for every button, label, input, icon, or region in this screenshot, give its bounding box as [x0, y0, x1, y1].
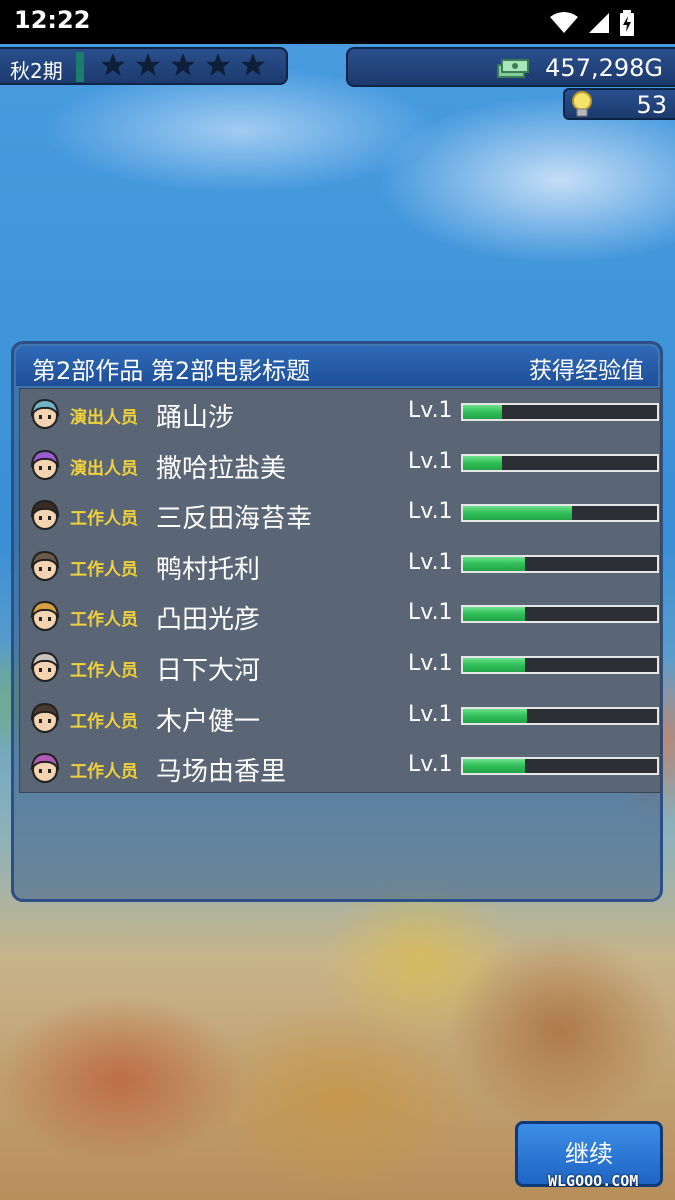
avatar-icon	[30, 500, 60, 531]
level-label: Lv.1	[408, 600, 453, 626]
avatar-icon	[30, 398, 60, 429]
role-label: 工作人员	[70, 661, 138, 681]
exp-label: 获得经验值	[529, 358, 644, 384]
staff-name: 鸭村托利	[156, 554, 261, 585]
lightbulb-icon	[572, 91, 592, 117]
staff-name: 三反田海苔幸	[156, 504, 313, 535]
role-label: 工作人员	[70, 711, 138, 732]
experience-panel: 第2部作品 第2部电影标题 获得经验值 演出人员 踊山涉 Lv.1 演出人员 撒哈拉盐美…	[11, 341, 663, 902]
exp-progress-bar	[461, 554, 659, 573]
role-label: 演出人员	[70, 458, 138, 479]
staff-name: 凸田光彦	[156, 605, 261, 636]
exp-progress-bar	[461, 757, 659, 776]
staff-name: 日下大河	[156, 656, 261, 686]
role-label: 工作人员	[70, 559, 138, 580]
staff-name: 撒哈拉盐美	[156, 453, 287, 484]
battery-icon	[620, 10, 634, 36]
wifi-icon	[550, 12, 578, 33]
exp-progress-fill	[463, 708, 528, 723]
star-icon	[206, 53, 230, 76]
status-time: 12:22	[14, 6, 91, 34]
role-label: 工作人员	[70, 509, 138, 530]
money-box: 457,298G	[346, 47, 675, 87]
staff-list: 演出人员 踊山涉 Lv.1 演出人员 撒哈拉盐美 Lv.1 工作人员 三反田海苔幸 Lv.1 工作…	[19, 388, 661, 793]
status-icons	[549, 10, 635, 36]
level-label: Lv.1	[408, 398, 453, 423]
avatar-icon	[30, 651, 60, 682]
staff-row: 工作人员 马场由香里 Lv.1	[20, 743, 660, 793]
star-icon	[171, 53, 195, 76]
level-label: Lv.1	[408, 499, 453, 525]
panel-title: 第2部作品 第2部电影标题	[32, 357, 311, 385]
exp-progress-fill	[463, 658, 526, 672]
level-label: Lv.1	[408, 701, 453, 727]
role-label: 演出人员	[70, 408, 138, 428]
avatar-icon	[30, 449, 60, 480]
star-icon	[136, 53, 160, 76]
staff-row: 工作人员 木户健一 Lv.1	[20, 693, 660, 743]
staff-row: 工作人员 凸田光彦 Lv.1	[20, 591, 660, 641]
status-bar: 12:22	[0, 0, 675, 44]
level-label: Lv.1	[408, 752, 453, 778]
money-value: 457,298G	[545, 54, 663, 82]
star-icon	[241, 53, 265, 76]
staff-name: 木户健一	[156, 706, 261, 737]
exp-progress-fill	[463, 556, 526, 571]
exp-progress-fill	[463, 455, 502, 470]
season-box: 秋2期	[0, 47, 288, 85]
avatar-icon	[30, 550, 60, 581]
exp-progress-bar	[461, 453, 659, 472]
avatar-icon	[30, 601, 60, 632]
staff-name: 踊山涉	[156, 403, 235, 433]
exp-progress-bar	[461, 605, 659, 624]
staff-row: 工作人员 日下大河 Lv.1	[20, 642, 660, 692]
exp-progress-bar	[461, 706, 659, 725]
exp-progress-fill	[463, 607, 526, 622]
star-icon	[101, 53, 125, 76]
staff-row: 工作人员 三反田海苔幸 Lv.1	[20, 490, 660, 540]
staff-row: 演出人员 踊山涉 Lv.1	[20, 389, 660, 439]
watermark: WLGOOO.COM	[548, 1172, 639, 1190]
exp-progress-bar	[461, 504, 659, 523]
level-label: Lv.1	[408, 448, 453, 474]
avatar-icon	[30, 702, 60, 733]
role-label: 工作人员	[70, 610, 138, 631]
exp-progress-bar	[461, 403, 659, 421]
exp-progress-fill	[463, 759, 526, 774]
rank-indicator	[76, 52, 84, 82]
signal-icon	[589, 13, 609, 33]
panel-header: 第2部作品 第2部电影标题 获得经验值	[16, 346, 658, 386]
exp-progress-fill	[463, 405, 502, 419]
money-icon	[497, 59, 529, 78]
exp-progress-bar	[461, 656, 659, 674]
avatar-icon	[30, 753, 60, 784]
idea-box: 53	[563, 88, 675, 120]
staff-row: 工作人员 鸭村托利 Lv.1	[20, 541, 660, 591]
staff-name: 马场由香里	[156, 757, 287, 788]
level-label: Lv.1	[408, 549, 453, 575]
staff-row: 演出人员 撒哈拉盐美 Lv.1	[20, 440, 660, 490]
idea-value: 53	[636, 91, 667, 119]
level-label: Lv.1	[408, 651, 453, 676]
star-rating	[100, 52, 266, 78]
exp-progress-fill	[463, 506, 572, 521]
role-label: 工作人员	[70, 762, 138, 783]
season-label: 秋2期	[10, 59, 63, 83]
